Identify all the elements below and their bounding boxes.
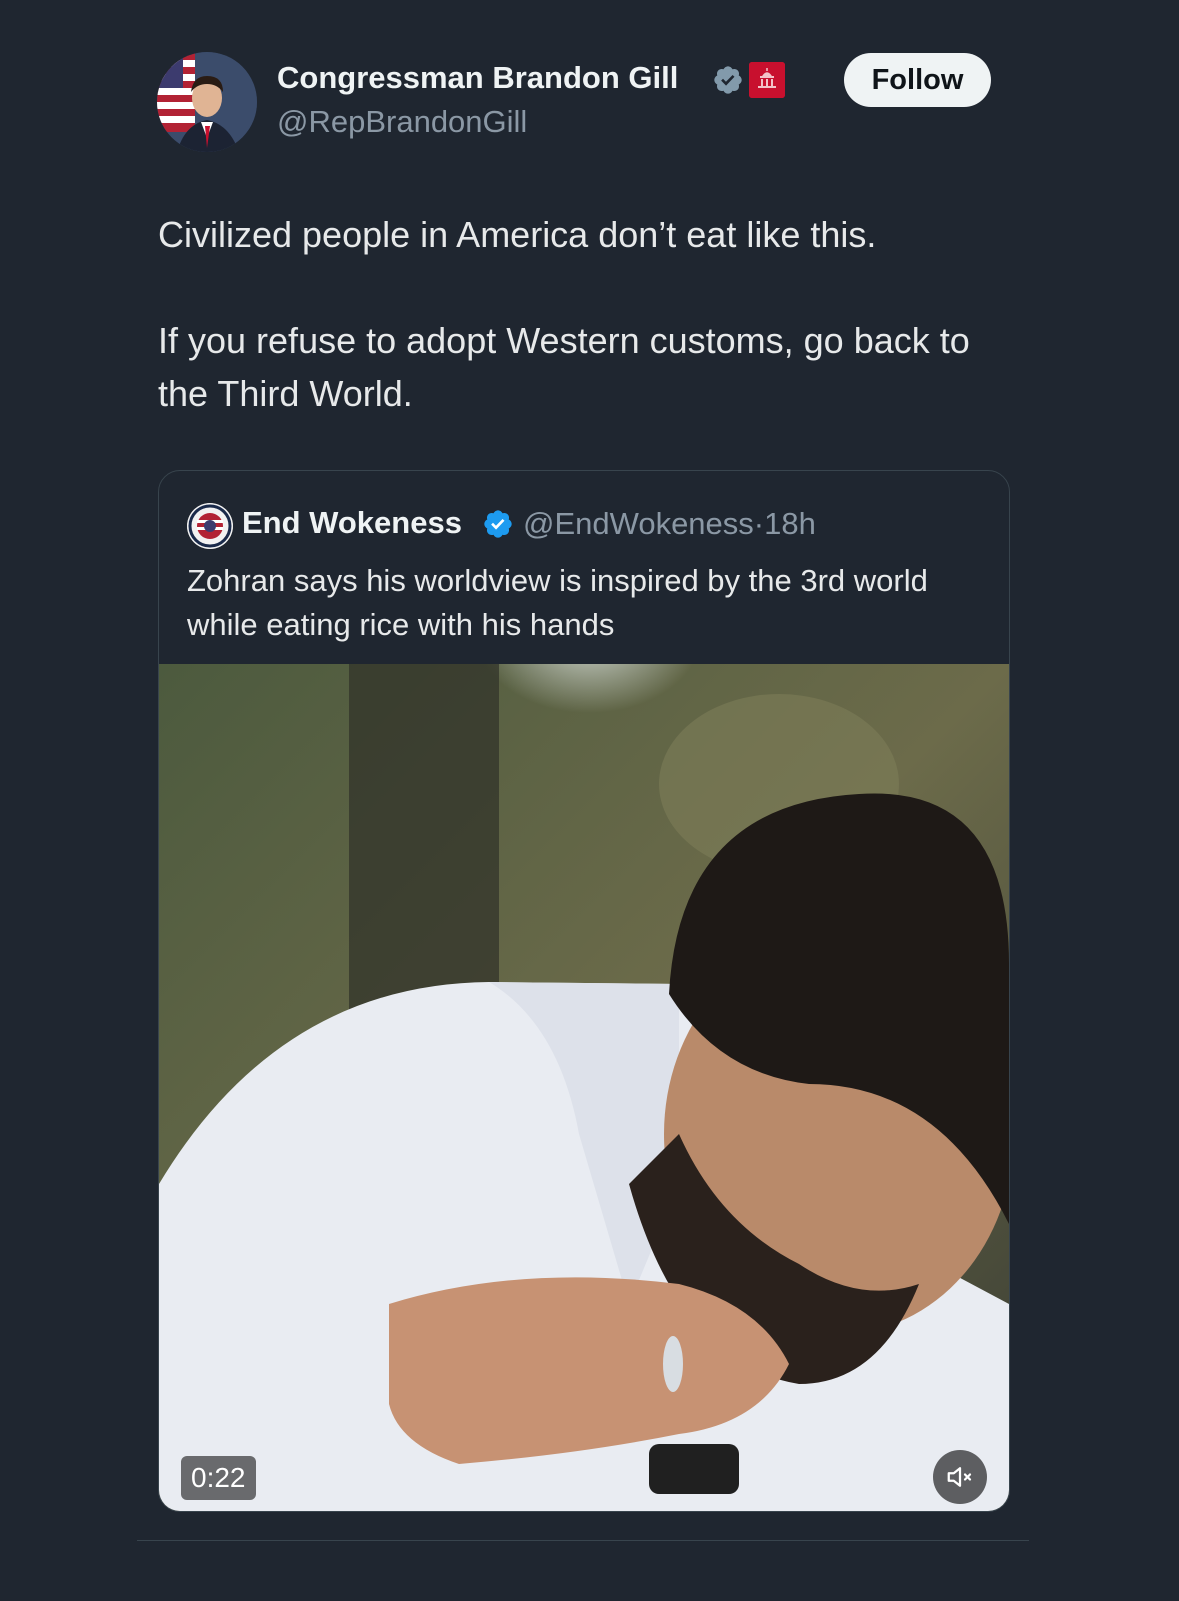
author-avatar[interactable] [157,52,257,152]
quoted-author-name[interactable]: End Wokeness [242,505,462,541]
quoted-tweet[interactable]: End Wokeness @EndWokeness·18h Zohran say… [158,470,1010,1512]
author-name[interactable]: Congressman Brandon Gill [277,60,678,96]
quoted-text: Zohran says his worldview is inspired by… [187,563,928,642]
quoted-author-avatar[interactable] [187,503,233,549]
speaker-muted-icon[interactable] [933,1450,987,1504]
post-paragraph: Civilized people in America don’t eat li… [158,214,877,255]
quoted-timestamp[interactable]: 18h [764,506,816,541]
post-text: Civilized people in America don’t eat li… [158,208,1018,420]
post-paragraph: If you refuse to adopt Western customs, … [158,320,970,414]
video-player[interactable]: 0:22 [159,664,1009,1511]
quoted-meta: @EndWokeness·18h [523,506,816,542]
quoted-author-handle[interactable]: @EndWokeness [523,506,754,541]
author-handle[interactable]: @RepBrandonGill [277,104,527,140]
tweet: Congressman Brandon Gill @RepBrandonGill… [137,20,1029,1540]
blue-verified-badge-icon[interactable] [482,508,514,540]
grey-verified-badge-icon[interactable] [712,64,744,96]
meta-separator: · [753,506,765,541]
video-duration: 0:22 [181,1456,256,1500]
capitol-badge-icon[interactable] [749,62,785,98]
follow-button[interactable]: Follow [844,53,991,107]
tweet-divider [137,1540,1029,1541]
video-frame [159,664,1009,1511]
